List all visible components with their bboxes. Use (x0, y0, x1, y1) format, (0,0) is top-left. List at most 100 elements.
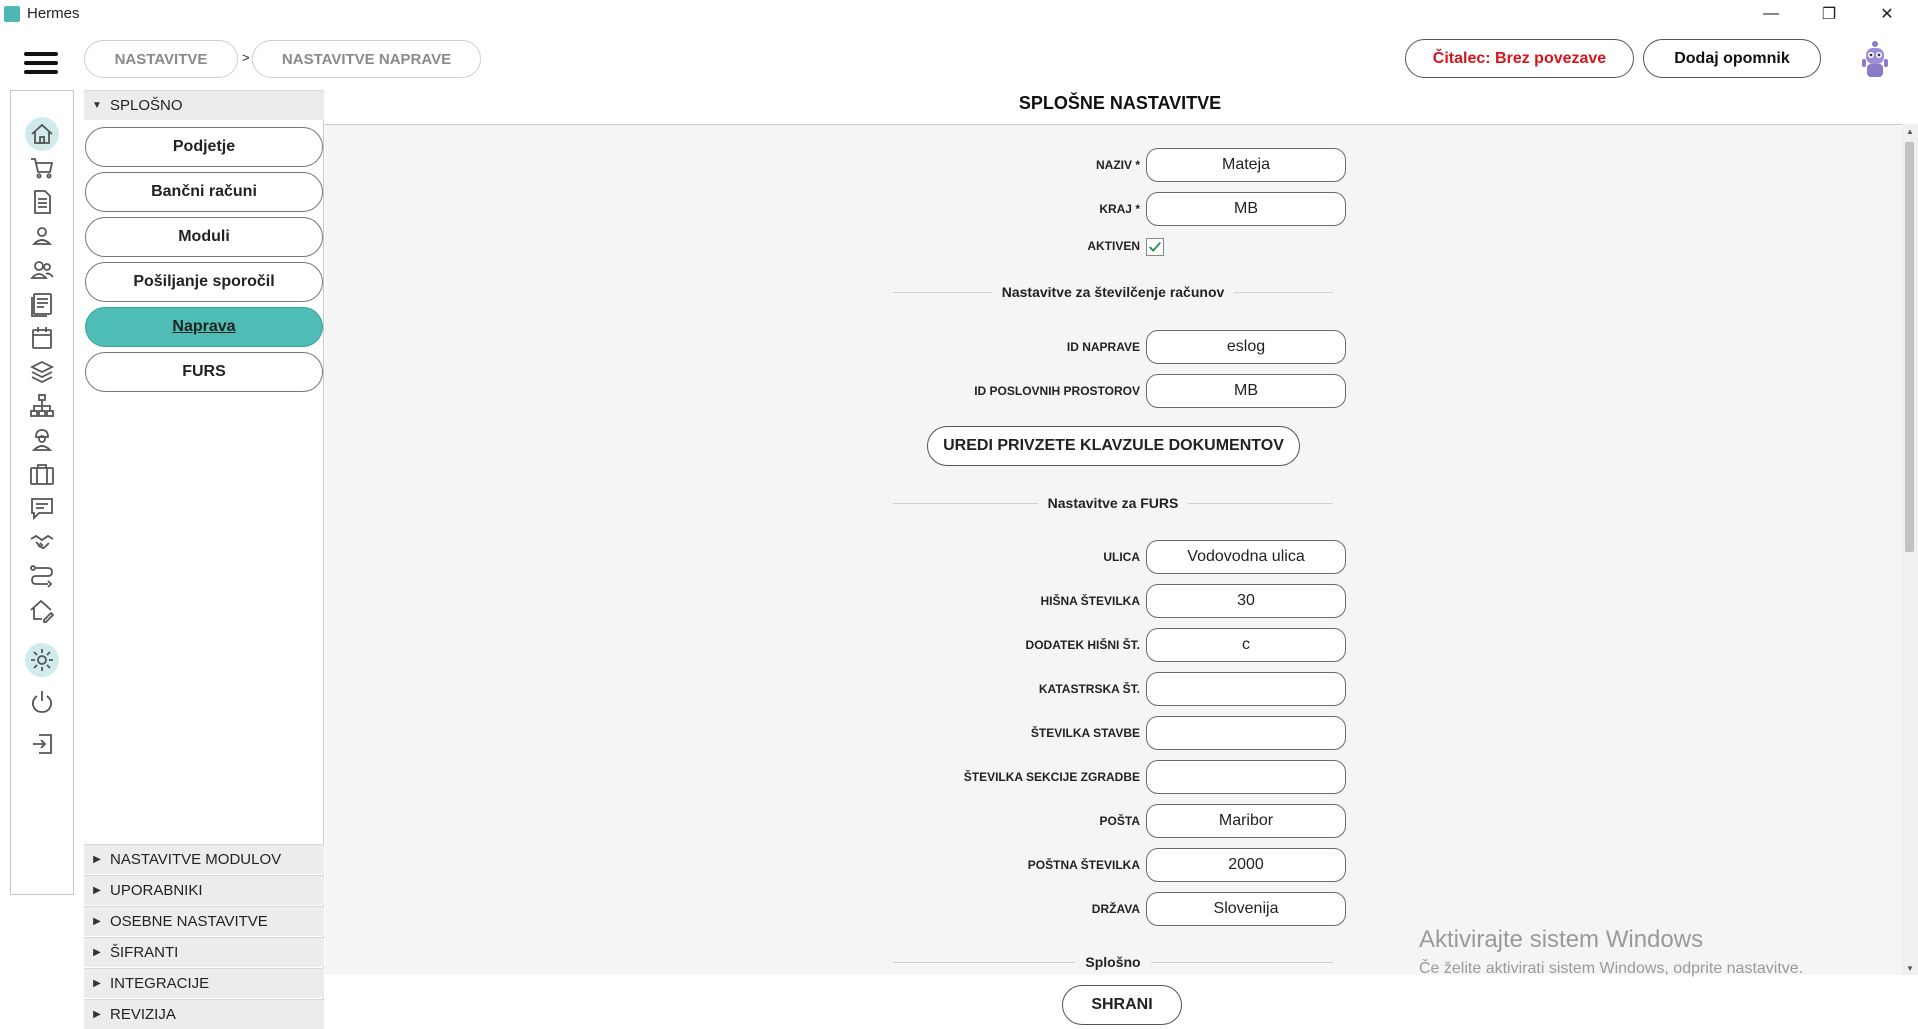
route-icon[interactable] (25, 559, 59, 593)
section-label: OSEBNE NASTAVITVE (110, 913, 268, 930)
section-label: ŠIFRANTI (110, 944, 179, 961)
edit-default-clauses-button[interactable]: UREDI PRIVZETE KLAVZULE DOKUMENTOV (927, 426, 1300, 466)
furs-section-title: Nastavitve za FURS (893, 495, 1333, 511)
cadastral-number-input[interactable] (1146, 672, 1346, 706)
active-checkbox[interactable] (1146, 238, 1164, 256)
field-label: POŠTNA ŠTEVILKA (1027, 858, 1140, 872)
field-label: NAZIV * (1095, 158, 1140, 172)
section-general-label: SPLOŠNO (110, 97, 183, 114)
building-number-input[interactable] (1146, 716, 1346, 750)
section-label: NASTAVITVE MODULOV (110, 851, 282, 868)
activation-watermark-subtitle: Če želite aktivirati sistem Windows, odp… (1419, 960, 1804, 977)
worker-icon[interactable] (25, 423, 59, 457)
name-input[interactable] (1146, 148, 1346, 182)
section-integrations[interactable]: ▶ INTEGRACIJE (84, 968, 324, 998)
section-audit[interactable]: ▶ REVIZIJA (84, 999, 324, 1029)
side-button-modules[interactable]: Moduli (85, 217, 323, 257)
field-label: ŠTEVILKA STAVBE (1030, 726, 1140, 740)
breadcrumb-separator: > (242, 50, 250, 65)
user-icon[interactable] (25, 219, 59, 253)
device-id-input[interactable] (1146, 330, 1346, 364)
general-section-title: Splošno (893, 954, 1333, 970)
side-button-device[interactable]: Naprava (85, 307, 323, 347)
house-number-input[interactable] (1146, 584, 1346, 618)
scroll-down-icon[interactable]: ▼ (1902, 961, 1918, 975)
field-label: ID POSLOVNIH PROSTOROV (974, 384, 1140, 398)
numbering-section-title: Nastavitve za številčenje računov (893, 284, 1333, 300)
calendar-icon[interactable] (25, 321, 59, 355)
triangle-right-icon: ▶ (93, 854, 101, 865)
section-module-settings[interactable]: ▶ NASTAVITVE MODULOV (84, 844, 324, 874)
field-label: ŠTEVILKA SEKCIJE ZGRADBE (963, 770, 1140, 784)
triangle-right-icon: ▶ (93, 1009, 101, 1020)
triangle-right-icon: ▶ (93, 885, 101, 896)
close-button[interactable]: ✕ (1864, 0, 1910, 28)
triangle-right-icon: ▶ (93, 947, 101, 958)
briefcase-icon[interactable] (25, 457, 59, 491)
place-input[interactable] (1146, 192, 1346, 226)
page-title: SPLOŠNE NASTAVITVE (1018, 93, 1222, 113)
section-label: REVIZIJA (110, 1006, 176, 1023)
minimize-button[interactable]: — (1748, 0, 1794, 28)
building-section-number-input[interactable] (1146, 760, 1346, 794)
side-button-bank-accounts[interactable]: Bančni računi (85, 172, 323, 212)
business-premises-id-input[interactable] (1146, 374, 1346, 408)
add-reminder-button[interactable]: Dodaj opomnik (1643, 39, 1821, 78)
side-button-furs[interactable]: FURS (85, 352, 323, 392)
house-number-addition-input[interactable] (1146, 628, 1346, 662)
hierarchy-icon[interactable] (25, 389, 59, 423)
vertical-scrollbar[interactable]: ▲ ▼ (1902, 124, 1918, 975)
triangle-right-icon: ▶ (93, 978, 101, 989)
triangle-right-icon: ▶ (93, 916, 101, 927)
section-codebooks[interactable]: ▶ ŠIFRANTI (84, 937, 324, 967)
field-label: POŠTA (1099, 814, 1140, 828)
app-logo-icon (4, 6, 20, 22)
reader-status-button[interactable]: Čitalec: Brez povezave (1405, 39, 1634, 78)
field-label: DRŽAVA (1091, 902, 1140, 916)
section-label: INTEGRACIJE (110, 975, 210, 992)
power-icon[interactable] (25, 685, 59, 719)
section-label: UPORABNIKI (110, 882, 203, 899)
gear-icon[interactable] (25, 643, 59, 677)
field-label: AKTIVEN (1087, 239, 1140, 253)
users-icon[interactable] (25, 253, 59, 287)
field-label: ID NAPRAVE (1066, 340, 1140, 354)
activation-watermark-title: Aktivirajte sistem Windows (1419, 926, 1704, 953)
breadcrumb-settings[interactable]: NASTAVITVE (84, 40, 238, 78)
side-button-messaging[interactable]: Pošiljanje sporočil (85, 262, 323, 302)
icon-rail (10, 90, 74, 895)
field-label: KRAJ * (1099, 202, 1140, 216)
scroll-up-icon[interactable]: ▲ (1902, 124, 1918, 138)
side-button-company[interactable]: Podjetje (85, 127, 323, 167)
field-label: ULICA (1103, 550, 1140, 564)
list-document-icon[interactable] (25, 287, 59, 321)
breadcrumb-device-settings[interactable]: NASTAVITVE NAPRAVE (252, 40, 481, 78)
logout-icon[interactable] (25, 727, 59, 761)
home-icon[interactable] (25, 117, 59, 151)
post-input[interactable] (1146, 804, 1346, 838)
save-button[interactable]: SHRANI (1062, 985, 1182, 1025)
chat-icon[interactable] (25, 491, 59, 525)
home-edit-icon[interactable] (25, 593, 59, 627)
section-personal-settings[interactable]: ▶ OSEBNE NASTAVITVE (84, 906, 324, 936)
section-users[interactable]: ▶ UPORABNIKI (84, 875, 324, 905)
window-titlebar: Hermes — ❐ ✕ (0, 0, 1918, 28)
field-label: DODATEK HIŠNI ŠT. (1025, 638, 1140, 652)
country-input[interactable] (1146, 892, 1346, 926)
avatar[interactable] (1858, 39, 1892, 79)
triangle-down-icon: ▼ (92, 100, 102, 111)
check-icon (1149, 241, 1161, 252)
window-title: Hermes (27, 5, 80, 22)
field-label: HIŠNA ŠTEVILKA (1040, 594, 1140, 608)
scroll-thumb[interactable] (1905, 142, 1914, 552)
postal-code-input[interactable] (1146, 848, 1346, 882)
section-general[interactable]: ▼ SPLOŠNO (84, 90, 324, 120)
document-icon[interactable] (25, 185, 59, 219)
menu-icon[interactable] (24, 52, 58, 74)
layers-icon[interactable] (25, 355, 59, 389)
cart-icon[interactable] (25, 151, 59, 185)
field-label: KATASTRSKA ŠT. (1038, 682, 1140, 696)
handshake-icon[interactable] (25, 525, 59, 559)
restore-button[interactable]: ❐ (1806, 0, 1852, 28)
street-input[interactable] (1146, 540, 1346, 574)
